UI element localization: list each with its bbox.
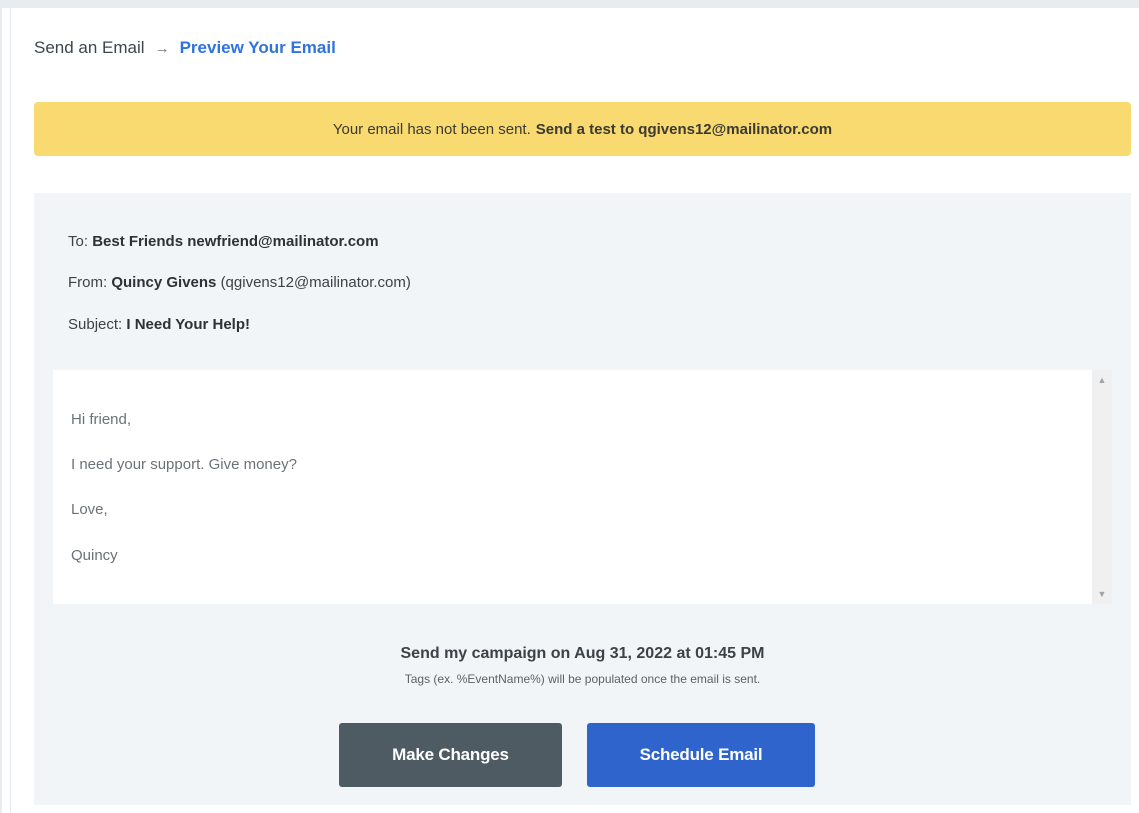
body-line: Love, (71, 501, 108, 518)
breadcrumb-preview-email: Preview Your Email (179, 38, 336, 57)
subject-value: I Need Your Help! (126, 316, 251, 333)
subject-label: Subject: (68, 316, 123, 333)
body-line: Quincy (71, 547, 118, 564)
arrow-right-icon: → (154, 39, 170, 57)
breadcrumb: Send an Email → Preview Your Email (34, 38, 336, 58)
schedule-email-button[interactable]: Schedule Email (587, 723, 815, 787)
not-sent-alert: Your email has not been sent. Send a tes… (34, 102, 1131, 156)
to-value: Best Friends newfriend@mailinator.com (92, 233, 379, 250)
tags-note: Tags (ex. %EventName%) will be populated… (404, 672, 761, 686)
email-preview-panel: To: Best Friends newfriend@mailinator.co… (34, 193, 1131, 805)
schedule-summary: Send my campaign on Aug 31, 2022 at 01:4… (400, 645, 765, 662)
body-line: Hi friend, (71, 411, 132, 428)
from-line: From: Quincy Givens (qgivens12@mailinato… (68, 274, 411, 291)
body-line: I need your support. Give money? (71, 456, 297, 473)
left-divider (10, 8, 11, 813)
email-body-frame[interactable]: Hi friend, I need your support. Give mon… (53, 370, 1111, 604)
chevron-up-icon[interactable]: ▲ (1092, 372, 1112, 388)
alert-message: Your email has not been sent. (332, 120, 531, 138)
to-line: To: Best Friends newfriend@mailinator.co… (68, 233, 379, 250)
body-scrollbar[interactable]: ▲ ▼ (1092, 370, 1112, 604)
to-label: To: (68, 233, 89, 250)
send-test-link[interactable]: Send a test to qgivens12@mailinator.com (536, 121, 832, 138)
from-label: From: (68, 274, 108, 291)
chevron-down-icon[interactable]: ▼ (1092, 586, 1112, 602)
subject-line: Subject: I Need Your Help! (68, 316, 250, 333)
from-email: (qgivens12@mailinator.com) (220, 274, 411, 291)
breadcrumb-send-email[interactable]: Send an Email (34, 38, 145, 58)
make-changes-button[interactable]: Make Changes (339, 723, 562, 787)
from-name: Quincy Givens (111, 274, 217, 291)
